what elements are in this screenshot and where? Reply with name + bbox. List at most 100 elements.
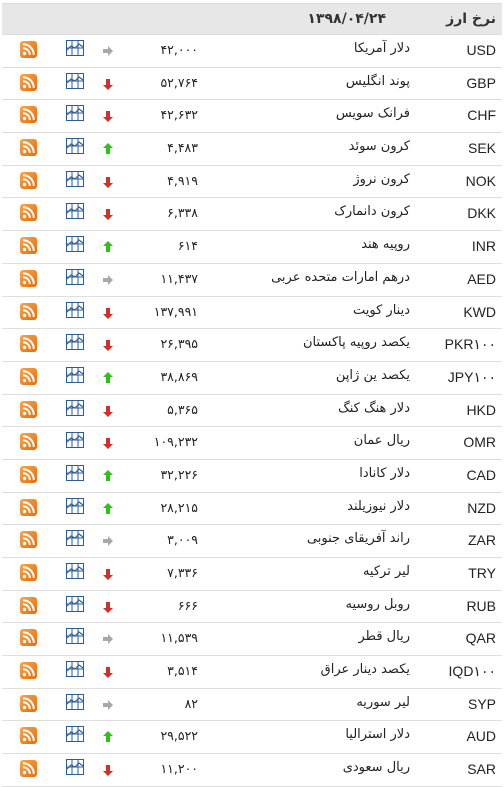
chart-icon[interactable]	[66, 464, 84, 481]
rss-feed-icon[interactable]	[20, 596, 37, 614]
arrow-right-icon	[103, 634, 113, 645]
currency-name: ریال سعودی	[342, 760, 410, 776]
rss-feed-icon[interactable]	[20, 564, 37, 581]
currency-price: ۶۱۴	[177, 238, 198, 254]
rate-rows: USD دلار آمریکا ۴۲,۰۰۰ GBP پوند انگلیس ۵…	[2, 35, 502, 787]
table-row: AUD دلار استرالیا ۲۹,۵۲۲	[2, 721, 502, 755]
rss-feed-icon[interactable]	[20, 73, 37, 91]
chart-icon[interactable]	[66, 432, 84, 449]
table-row: RUB روبل روسیه ۶۶۶	[2, 591, 502, 624]
chart-icon[interactable]	[66, 301, 84, 318]
rss-feed-icon[interactable]	[20, 106, 37, 124]
table-row: CHF فرانک سویس ۴۲,۶۳۲	[2, 100, 502, 134]
arrow-down-icon	[103, 209, 113, 221]
currency-name: لیر سوریه	[356, 694, 410, 710]
chart-icon[interactable]	[66, 236, 84, 253]
arrow-down-icon	[103, 601, 113, 613]
rss-feed-icon[interactable]	[20, 433, 37, 451]
arrow-down-icon	[103, 176, 113, 188]
chart-icon[interactable]	[66, 759, 84, 776]
table-row: SAR ریال سعودی ۱۱,۲۰۰	[2, 754, 502, 787]
currency-code: ZAR	[468, 532, 496, 549]
currency-code: RUB	[466, 597, 496, 614]
chart-icon[interactable]	[66, 661, 84, 678]
rss-feed-icon[interactable]	[20, 302, 37, 320]
rss-feed-icon[interactable]	[20, 237, 37, 255]
arrow-up-icon	[103, 731, 113, 743]
table-row: SEK کرون سوئد ۴,۴۸۳	[2, 133, 502, 166]
currency-price: ۲۶,۳۹۵	[160, 336, 198, 352]
currency-price: ۷,۳۳۶	[167, 565, 198, 580]
currency-name: کرون نروژ	[353, 171, 410, 187]
currency-code: OMR	[463, 434, 496, 451]
currency-price: ۳۸,۸۶۹	[160, 368, 198, 384]
chart-icon[interactable]	[66, 366, 84, 383]
chart-icon[interactable]	[66, 334, 84, 351]
rss-feed-icon[interactable]	[20, 400, 37, 418]
currency-name: پوند انگلیس	[345, 73, 410, 89]
chart-icon[interactable]	[66, 40, 84, 56]
rss-feed-icon[interactable]	[20, 629, 37, 647]
rss-feed-icon[interactable]	[20, 760, 37, 778]
chart-icon[interactable]	[66, 399, 84, 416]
currency-code: SAR	[467, 761, 496, 778]
arrow-down-icon	[103, 340, 113, 352]
rss-feed-icon[interactable]	[20, 171, 37, 189]
rss-feed-icon[interactable]	[20, 498, 37, 516]
table-row: AED درهم امارات متحده عربی ۱۱,۴۳۷	[2, 264, 502, 297]
currency-name: یکصد دینار عراق	[320, 662, 410, 678]
arrow-down-icon	[103, 307, 113, 319]
chart-icon[interactable]	[66, 595, 84, 612]
table-title: نرخ ارز	[446, 11, 496, 27]
chart-icon[interactable]	[66, 530, 84, 547]
currency-code: NOK	[465, 172, 496, 189]
rss-feed-icon[interactable]	[20, 139, 37, 157]
table-header: نرخ ارز ۱۳۹۸/۰۴/۲۴	[2, 3, 502, 35]
currency-code: INR	[471, 238, 496, 255]
chart-icon[interactable]	[66, 563, 84, 579]
table-row: CAD دلار کانادا ۳۲,۲۲۶	[2, 460, 502, 493]
rss-feed-icon[interactable]	[20, 662, 37, 680]
rss-feed-icon[interactable]	[20, 41, 37, 58]
chart-icon[interactable]	[66, 726, 84, 743]
currency-price: ۱۱,۵۳۹	[160, 630, 198, 646]
rss-feed-icon[interactable]	[20, 269, 37, 287]
chart-icon[interactable]	[66, 497, 84, 514]
rss-feed-icon[interactable]	[20, 367, 37, 385]
currency-code: KWD	[463, 303, 496, 320]
currency-code: CHF	[467, 107, 496, 124]
chart-icon[interactable]	[66, 203, 84, 220]
currency-code: AED	[467, 270, 496, 287]
currency-name: درهم امارات متحده عربی	[271, 269, 410, 285]
arrow-down-icon	[103, 569, 113, 580]
rss-feed-icon[interactable]	[20, 204, 37, 222]
currency-code: SYP	[467, 695, 496, 712]
table-row: ZAR راند آفریقای جنوبی ۳,۰۰۹	[2, 525, 502, 558]
currency-name: دلار کانادا	[359, 465, 410, 481]
table-row: DKK کرون دانمارک ۶,۳۳۸	[2, 198, 502, 232]
rss-feed-icon[interactable]	[20, 335, 37, 353]
arrow-right-icon	[103, 536, 113, 547]
chart-icon[interactable]	[66, 138, 84, 155]
chart-icon[interactable]	[66, 72, 84, 89]
chart-icon[interactable]	[66, 693, 84, 710]
currency-name: لیر ترکیه	[362, 564, 410, 579]
currency-price: ۵۲,۷۶۴	[160, 74, 198, 90]
chart-icon[interactable]	[66, 628, 84, 645]
currency-price: ۵,۳۶۵	[167, 401, 198, 417]
currency-name: دلار هنگ کنگ	[338, 400, 410, 416]
rss-feed-icon[interactable]	[20, 531, 37, 549]
table-row: IQD۱۰۰ یکصد دینار عراق ۳,۵۱۴	[2, 656, 502, 689]
chart-icon[interactable]	[66, 105, 84, 122]
currency-name: کرون سوئد	[348, 139, 410, 155]
currency-price: ۲۹,۵۲۲	[160, 728, 198, 744]
chart-icon[interactable]	[66, 268, 84, 285]
currency-name: دلار نیوزیلند	[347, 498, 410, 514]
rss-feed-icon[interactable]	[20, 694, 37, 712]
currency-name: دلار آمریکا	[353, 41, 410, 56]
arrow-up-icon	[103, 143, 113, 155]
chart-icon[interactable]	[66, 170, 84, 187]
rss-feed-icon[interactable]	[20, 465, 37, 483]
rss-feed-icon[interactable]	[20, 727, 37, 745]
table-row: TRY لیر ترکیه ۷,۳۳۶	[2, 558, 502, 591]
